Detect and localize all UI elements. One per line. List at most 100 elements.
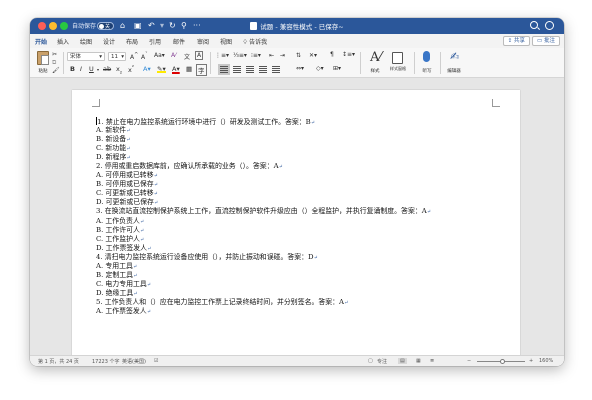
tab-design[interactable]: 设计	[103, 37, 115, 46]
web-layout-view-icon[interactable]: ▦	[416, 358, 421, 364]
feedback-smiley-icon[interactable]	[545, 21, 554, 30]
borders-icon[interactable]: ⊞▾	[333, 65, 341, 72]
clear-formatting-icon[interactable]: A⁄	[171, 52, 176, 59]
proofing-icon[interactable]: ☑︎	[154, 358, 158, 364]
zoom-in-icon[interactable]: +	[529, 358, 533, 364]
document-line: B. 可停用或已保存↵	[96, 180, 496, 189]
document-body[interactable]: 1. 禁止在电力监控系统运行环境中进行（）研发及测试工作。答案：B↵ A. 新软件…	[96, 117, 496, 316]
bold-button[interactable]: B	[70, 65, 75, 73]
styles-pane-icon[interactable]	[392, 52, 403, 64]
cut-icon[interactable]: ✂	[52, 51, 57, 58]
subscript-button[interactable]: x₂	[116, 65, 122, 75]
word-count[interactable]: 17223 个字	[92, 358, 120, 365]
chevron-down-icon: ▾	[121, 54, 124, 60]
zoom-slider-handle[interactable]	[500, 359, 505, 364]
distributed-button[interactable]	[272, 66, 280, 73]
tab-review[interactable]: 审阅	[197, 37, 209, 46]
chinese-layout-icon[interactable]: ✕▾	[309, 52, 317, 59]
line-text: B. 工作许可人	[96, 225, 140, 234]
paragraph-mark-icon: ↵	[133, 272, 138, 279]
font-size-value: 11	[111, 54, 118, 60]
asian-typography-icon[interactable]: ⇔▾	[296, 65, 304, 72]
align-center-button[interactable]	[233, 66, 241, 73]
page-count[interactable]: 第 1 页，共 24 页	[38, 358, 79, 365]
focus-label[interactable]: 专注	[377, 358, 387, 365]
comment-icon: ▭	[537, 38, 543, 44]
shrink-font-icon[interactable]: Aˇ	[141, 52, 148, 61]
tab-mailings[interactable]: 邮件	[173, 37, 185, 46]
change-case-icon[interactable]: Aa▾	[154, 52, 165, 59]
lightbulb-icon: 💡︎	[243, 39, 248, 46]
tab-references[interactable]: 引用	[149, 37, 161, 46]
ribbon-toolbar: 粘贴 ✂ ⧉ 🖌︎ 宋体 ▾ 11 ▾ A^ Aˇ Aa▾ A⁄ 文 A B I U…	[30, 48, 564, 78]
document-line: A. 工作票签发人↵	[96, 307, 496, 316]
increase-indent-icon[interactable]: ⇥	[280, 52, 285, 59]
justify-button[interactable]	[259, 66, 267, 73]
paragraph-mark-icon: ↵	[139, 227, 145, 234]
numbering-icon[interactable]: ⅓≡▾	[233, 52, 247, 59]
paragraph-mark-icon: ↵	[146, 281, 151, 288]
text-effects-icon[interactable]: A▾	[143, 65, 151, 73]
font-size-select[interactable]: 11 ▾	[108, 52, 126, 61]
align-left-button[interactable]	[218, 64, 230, 75]
paragraph-mark-icon: ↵	[153, 182, 158, 189]
bullets-icon[interactable]: ⋮≡▾	[215, 52, 229, 59]
tab-layout[interactable]: 布局	[126, 37, 138, 46]
shading-icon[interactable]: ▦	[186, 65, 192, 73]
line-text: D. 工作票签发人	[96, 243, 148, 252]
paragraph-mark-icon: ↵	[126, 128, 131, 135]
tab-insert[interactable]: 插入	[57, 37, 69, 46]
line-spacing-icon[interactable]: ↕≡▾	[342, 51, 355, 58]
paste-icon[interactable]	[37, 51, 49, 65]
search-icon[interactable]	[530, 21, 538, 29]
italic-button[interactable]: I	[80, 65, 82, 73]
microphone-icon[interactable]	[423, 51, 430, 62]
language[interactable]: 英语(美国)	[122, 358, 146, 365]
paragraph-mark-icon: ↵	[126, 137, 131, 144]
phonetic-guide-icon[interactable]: 文	[184, 52, 190, 61]
align-right-button[interactable]	[246, 66, 254, 73]
font-color-icon[interactable]: A▾	[172, 65, 180, 73]
zoom-out-icon[interactable]: −	[467, 358, 471, 364]
outline-view-icon[interactable]: ≣	[430, 358, 434, 364]
share-button[interactable]: ⇪ 共享	[502, 36, 530, 46]
comment-label: 批注	[543, 38, 555, 44]
focus-icon[interactable]: ▢	[368, 358, 373, 364]
print-layout-view-icon[interactable]: ▤	[398, 358, 407, 364]
highlight-icon[interactable]: ✎▾	[157, 65, 166, 73]
sort-icon[interactable]: ⇅	[296, 52, 301, 59]
grow-font-icon[interactable]: A^	[130, 52, 138, 61]
multilevel-list-icon[interactable]: ⁝≡▾	[251, 52, 261, 59]
copy-icon[interactable]: ⧉	[52, 59, 56, 67]
font-name-select[interactable]: 宋体 ▾	[67, 52, 105, 61]
tab-draw[interactable]: 绘图	[80, 37, 92, 46]
document-line: C. 新功能↵	[96, 144, 496, 153]
character-border-icon[interactable]: A	[195, 51, 204, 60]
enclose-char-icon[interactable]: 字	[196, 64, 207, 76]
line-text: C. 可更新或已转移	[96, 189, 154, 198]
styles-icon[interactable]: A⁄	[370, 50, 382, 65]
tab-view[interactable]: 视图	[220, 37, 232, 46]
dictate-label: 听写	[422, 69, 432, 74]
show-marks-icon[interactable]: ¶	[330, 51, 334, 58]
zoom-level[interactable]: 160%	[539, 358, 553, 364]
crop-mark	[92, 99, 100, 107]
document-line: 2. 停用或重启数据库前，应确认所承载的业务（）。答案：A↵	[96, 162, 496, 171]
paragraph-shading-icon[interactable]: ◇▾	[316, 65, 324, 72]
tab-tell-me[interactable]: 💡︎ 告诉我	[243, 37, 267, 47]
paragraph-mark-icon: ↵	[147, 245, 152, 252]
editor-icon[interactable]: ✍︎	[450, 50, 459, 63]
editor-label: 编辑器	[447, 69, 461, 74]
underline-dropdown-icon[interactable]: ▾	[97, 67, 99, 72]
line-text: D. 绝缘工具	[96, 288, 134, 297]
comment-button[interactable]: ▭ 批注	[532, 36, 560, 46]
tab-home[interactable]: 开始	[35, 37, 48, 49]
strikethrough-button[interactable]: ab	[103, 65, 111, 73]
format-painter-icon[interactable]: 🖌︎	[52, 67, 60, 74]
superscript-button[interactable]: x²	[128, 65, 134, 74]
chevron-down-icon: ▾	[99, 54, 102, 60]
document-page[interactable]: 1. 禁止在电力监控系统运行环境中进行（）研发及测试工作。答案：B↵ A. 新软件…	[72, 90, 520, 355]
decrease-indent-icon[interactable]: ⇤	[269, 52, 274, 59]
document-icon	[250, 22, 258, 30]
underline-button[interactable]: U	[89, 65, 94, 73]
